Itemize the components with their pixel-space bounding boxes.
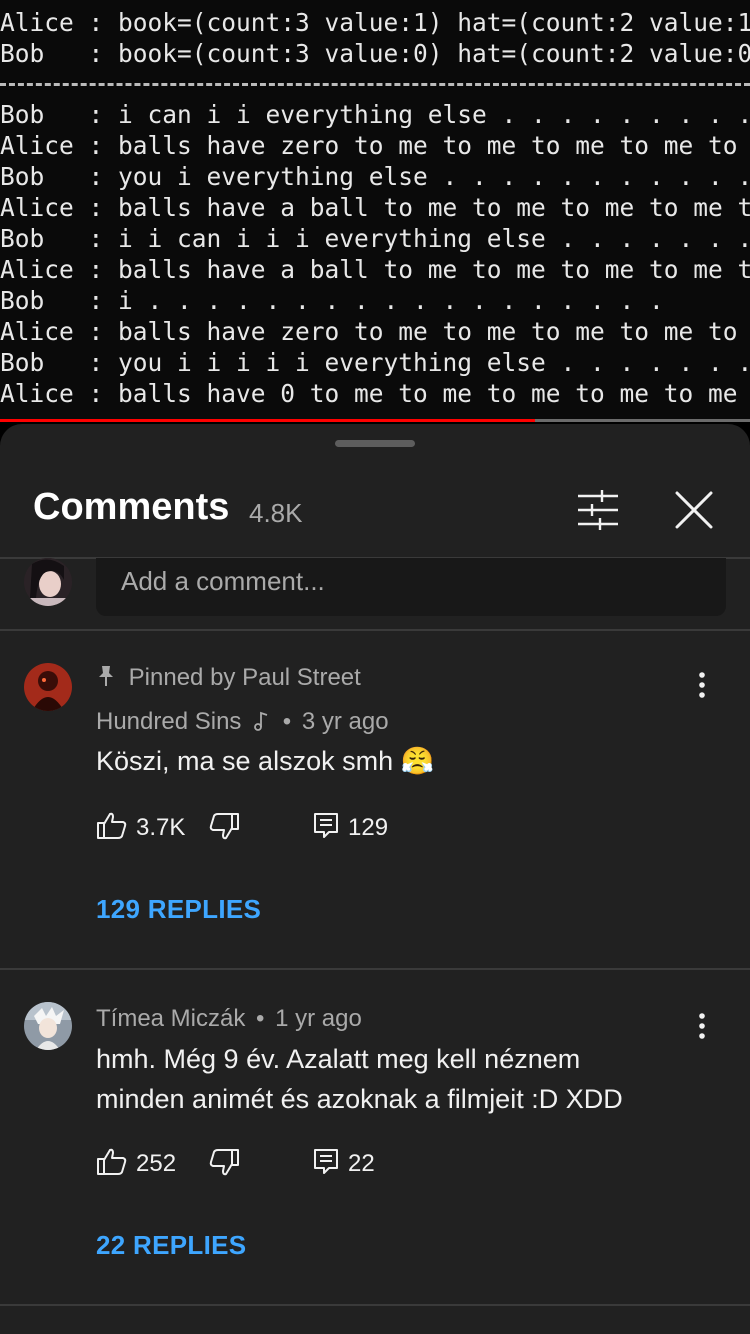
add-comment-input[interactable]: Add a comment...	[96, 558, 726, 616]
terminal-line: Bob : i i can i i i everything else . . …	[0, 224, 750, 253]
video-progress-bar[interactable]	[0, 419, 750, 422]
comment-text-line: minden animét és azoknak a filmjeit :D X…	[96, 1084, 623, 1114]
sort-filter-button[interactable]	[574, 488, 622, 532]
terminal-line: Bob : you i i i i i everything else . . …	[0, 348, 750, 377]
comments-title: Comments	[33, 486, 230, 528]
comment-item: Pinned by Paul Street Hundred Sins • 3 y…	[0, 629, 750, 969]
terminal-line: Bob : i . . . . . . . . . . . . . . . . …	[0, 286, 664, 315]
pinned-label: Pinned by Paul Street	[128, 664, 361, 691]
sliders-icon	[578, 490, 618, 530]
comment-age: 1 yr ago	[275, 1005, 362, 1032]
reply-count: 129	[348, 814, 389, 841]
comments-count: 4.8K	[249, 498, 303, 528]
view-replies-link[interactable]: 129 REPLIES	[96, 894, 261, 925]
comment-item: Tímea Miczák • 1 yr ago hmh. Még 9 év. A…	[0, 970, 750, 1306]
meta-separator: •	[282, 708, 292, 735]
view-replies-link[interactable]: 22 REPLIES	[96, 1230, 246, 1261]
reply-button[interactable]	[312, 810, 342, 846]
comment-author[interactable]: Tímea Miczák	[96, 1005, 245, 1032]
comment-reply-icon	[314, 813, 338, 838]
more-vert-icon	[699, 1013, 705, 1039]
like-button[interactable]	[96, 810, 128, 846]
terminal-line: Alice : balls have 0 to me to me to me t…	[0, 379, 738, 408]
dislike-button[interactable]	[208, 810, 240, 846]
like-count: 252	[136, 1150, 177, 1177]
comment-text: Köszi, ma se alszok smh 😤	[96, 746, 435, 776]
terminal-line: Alice : balls have zero to me to me to m…	[0, 317, 738, 346]
add-comment-placeholder: Add a comment...	[121, 566, 325, 596]
comment-meta: Tímea Miczák • 1 yr ago	[96, 1005, 362, 1033]
terminal-line: Alice : balls have a ball to me to me to…	[0, 193, 750, 222]
comment-text-line: hmh. Még 9 év. Azalatt meg kell néznem	[96, 1044, 581, 1074]
terminal-line: Alice : book=(count:3 value:1) hat=(coun…	[0, 8, 750, 37]
comments-sheet: Comments 4.8K Add a comment... Pinned by…	[0, 424, 750, 1334]
thumbs-up-icon	[97, 1148, 127, 1175]
terminal-line: Alice : balls have a ball to me to me to…	[0, 255, 750, 284]
comment-more-button[interactable]	[690, 667, 714, 703]
like-button[interactable]	[96, 1146, 128, 1182]
more-vert-icon	[699, 672, 705, 698]
terminal-line: Alice : balls have zero to me to me to m…	[0, 131, 738, 160]
terminal-line: Bob : book=(count:3 value:0) hat=(count:…	[0, 39, 750, 68]
comment-actions: 3.7K 129	[96, 810, 496, 850]
comment-divider	[0, 1304, 750, 1306]
comment-more-button[interactable]	[690, 1008, 714, 1044]
comment-age: 3 yr ago	[301, 708, 389, 735]
pinned-label-row: Pinned by Paul Street	[96, 664, 361, 692]
thumbs-down-icon	[209, 1149, 239, 1176]
commenter-avatar-image	[24, 663, 72, 711]
user-avatar	[24, 558, 72, 606]
dislike-button[interactable]	[208, 1146, 240, 1182]
comment-meta: Hundred Sins • 3 yr ago	[96, 708, 389, 736]
pin-icon	[96, 664, 123, 691]
meta-separator: •	[256, 1005, 265, 1032]
thumbs-up-icon	[97, 812, 127, 839]
terminal-line: Bob : you i everything else . . . . . . …	[0, 162, 750, 191]
commenter-avatar[interactable]	[24, 663, 72, 711]
user-avatar-image	[24, 558, 72, 606]
terminal-separator	[0, 83, 750, 86]
close-icon	[675, 491, 713, 529]
comment-actions: 252 22	[96, 1146, 496, 1186]
reply-count: 22	[348, 1150, 375, 1177]
video-progress-fill	[0, 419, 535, 422]
reply-button[interactable]	[312, 1146, 342, 1182]
drag-handle[interactable]	[335, 440, 415, 447]
terminal-line: Bob : i can i i everything else . . . . …	[0, 100, 750, 129]
commenter-avatar[interactable]	[24, 1002, 72, 1050]
close-button[interactable]	[670, 486, 718, 534]
video-player[interactable]: Alice : book=(count:3 value:1) hat=(coun…	[0, 0, 750, 422]
comment-text: hmh. Még 9 év. Azalatt meg kell néznem m…	[96, 1039, 696, 1119]
comment-reply-icon	[314, 1149, 338, 1174]
like-count: 3.7K	[136, 814, 186, 841]
comment-author[interactable]: Hundred Sins	[96, 708, 241, 735]
commenter-avatar-image	[24, 1002, 72, 1050]
music-note-icon	[248, 708, 279, 735]
thumbs-down-icon	[209, 813, 239, 840]
